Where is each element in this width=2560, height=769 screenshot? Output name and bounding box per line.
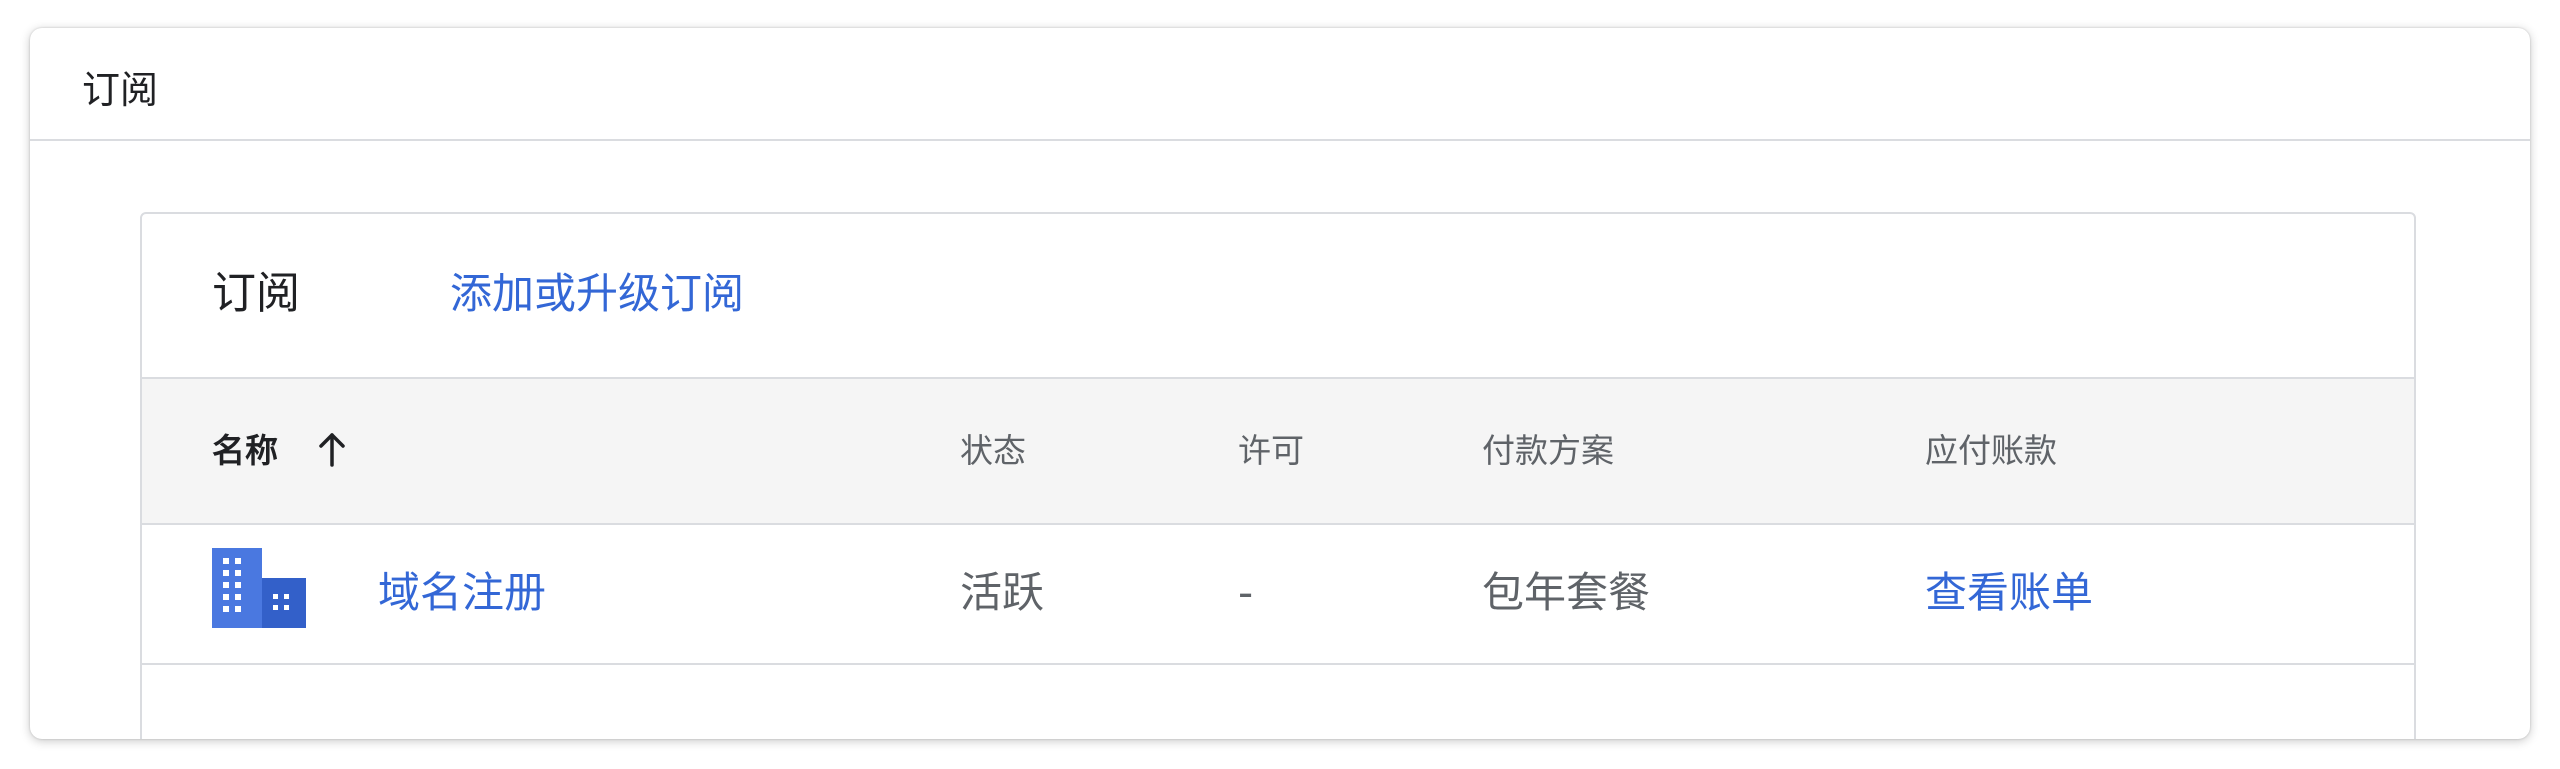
card-title: 订阅: [212, 268, 300, 319]
column-header-license: 许可: [1238, 431, 1304, 470]
building-icon: [212, 548, 306, 628]
add-or-upgrade-subscription-link[interactable]: 添加或升级订阅: [450, 266, 744, 322]
subscriptions-card: 订阅 添加或升级订阅 名称 状态 许可 付款方案 应付账款 域名注册 活跃 - …: [140, 212, 2416, 739]
column-header-payable: 应付账款: [1925, 431, 2057, 470]
column-header-plan: 付款方案: [1482, 431, 1614, 470]
subscription-license: -: [1238, 568, 1254, 617]
arrow-up-icon[interactable]: [312, 425, 352, 473]
page-title: 订阅: [82, 68, 159, 112]
card-header: 订阅 添加或升级订阅: [142, 214, 2414, 377]
subscription-plan: 包年套餐: [1482, 568, 1651, 617]
subscriptions-window: 订阅 订阅 添加或升级订阅 名称 状态 许可 付款方案 应付账款 域名注册 活跃…: [30, 28, 2530, 739]
window-header: 订阅: [30, 28, 2530, 141]
column-header-status: 状态: [960, 431, 1026, 470]
column-header-name[interactable]: 名称: [212, 431, 278, 471]
subscription-status: 活跃: [960, 568, 1045, 617]
table-row: 域名注册 活跃 - 包年套餐 查看账单: [142, 525, 2414, 665]
view-bill-link[interactable]: 查看账单: [1925, 567, 2093, 619]
subscription-name-link[interactable]: 域名注册: [378, 567, 546, 619]
table-header: 名称 状态 许可 付款方案 应付账款: [142, 377, 2414, 525]
